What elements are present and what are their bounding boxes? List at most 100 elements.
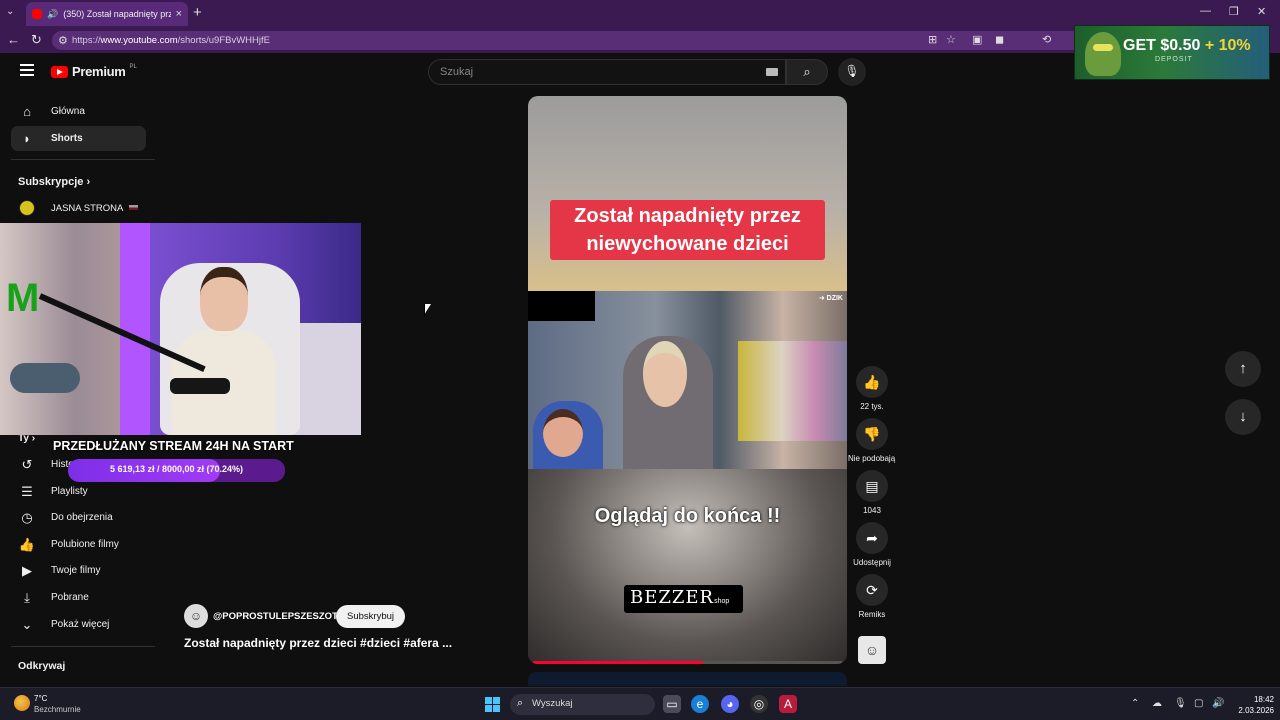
- sidebar-item-playlists[interactable]: ☰ Playlisty: [11, 479, 146, 504]
- install-app-icon[interactable]: ⊞: [928, 33, 937, 46]
- minimize-icon[interactable]: —: [1200, 5, 1211, 17]
- site-info-icon[interactable]: ⚙: [58, 34, 68, 47]
- extension-icon[interactable]: ▣: [972, 33, 982, 46]
- hamburger-menu-icon[interactable]: [20, 64, 34, 79]
- ad-subtext: DEPOSIT: [1155, 56, 1193, 63]
- stream-goal-text: 5 619,13 zł / 8000,00 zł (70.24%): [109, 464, 244, 474]
- display-icon[interactable]: ▢: [1194, 698, 1203, 709]
- browser-tab-strip: ⌄ 🔊 (350) Został napadnięty przez × + — …: [0, 0, 1280, 28]
- app-a-icon[interactable]: A: [779, 695, 797, 713]
- mouse-cursor-icon: [424, 304, 431, 316]
- speaker-icon[interactable]: 🔊: [47, 9, 58, 20]
- next-short-preview[interactable]: [528, 672, 847, 686]
- ad-headline: GET $0.50 + 10%: [1123, 37, 1251, 55]
- arrow-down-icon: ↓: [1239, 408, 1247, 425]
- volume-icon[interactable]: 🔊: [1212, 698, 1224, 709]
- monster-logo-icon: M: [6, 276, 40, 320]
- ad-banner[interactable]: GET $0.50 + 10% DEPOSIT: [1074, 25, 1270, 80]
- keyboard-icon[interactable]: [766, 68, 778, 76]
- previous-short-button[interactable]: ↑: [1225, 351, 1261, 387]
- mic-tray-icon[interactable]: 🎙: [1174, 698, 1187, 709]
- tab-search-icon[interactable]: ⌄: [6, 6, 14, 17]
- new-tab-icon[interactable]: +: [193, 4, 202, 21]
- sidebar-item-show-more[interactable]: ⌄ Pokaż więcej: [11, 612, 146, 637]
- next-short-button[interactable]: ↓: [1225, 399, 1261, 435]
- close-window-icon[interactable]: ✕: [1257, 5, 1266, 18]
- sidebar-divider: [11, 159, 155, 160]
- thumb-down-icon[interactable]: 👎: [856, 418, 888, 450]
- search-button[interactable]: ⌕: [786, 59, 828, 85]
- stream-goal-bar: 5 619,13 zł / 8000,00 zł (70.24%): [68, 459, 285, 482]
- comment-icon[interactable]: ▤: [856, 470, 888, 502]
- weather-condition[interactable]: Bezchmurnie: [34, 705, 81, 714]
- sidebar-item-your-videos[interactable]: ▶ Twoje filmy: [11, 558, 146, 583]
- sidebar-item-shorts[interactable]: ◗ Shorts: [11, 126, 146, 151]
- ad-mascot-icon: [1085, 32, 1121, 76]
- remix-label: Remiks: [858, 610, 886, 619]
- edge-icon[interactable]: e: [691, 695, 709, 713]
- back-icon[interactable]: ←: [7, 32, 20, 47]
- channel-handle[interactable]: @POPROSTULEPSZESZOTY: [213, 611, 344, 622]
- close-tab-icon[interactable]: ×: [176, 8, 182, 20]
- sidebar-item-downloads[interactable]: ⤓ Pobrane: [11, 585, 146, 610]
- video-title[interactable]: Został napadnięty przez dzieci #dzieci #…: [184, 636, 484, 650]
- chevron-up-icon[interactable]: ⌃: [1131, 698, 1139, 709]
- remix-icon[interactable]: ⟳: [856, 574, 888, 606]
- video-progress-bar[interactable]: [533, 661, 842, 664]
- browser-tab-active[interactable]: 🔊 (350) Został napadnięty przez ×: [26, 2, 188, 26]
- sidebar-item-label: Pobrane: [51, 592, 89, 603]
- clock[interactable]: 18:42 2.03.2026: [1232, 694, 1274, 716]
- bookmark-star-icon[interactable]: ☆: [946, 33, 956, 46]
- voice-search-button[interactable]: 🎙: [838, 58, 866, 86]
- led-light: [120, 223, 150, 435]
- share-action[interactable]: ➦ Udostępnij: [848, 522, 896, 567]
- restore-icon[interactable]: ❐: [1229, 5, 1239, 18]
- taskbar-search[interactable]: ⌕ Wyszukaj: [510, 694, 655, 715]
- sidebar-item-label: Główna: [51, 106, 85, 117]
- remix-action[interactable]: ⟳ Remiks: [848, 574, 896, 619]
- webcam-overlay: M: [0, 223, 361, 435]
- subscriptions-heading[interactable]: Subskrypcje ›: [18, 176, 90, 188]
- caption-line-2: niewychowane dzieci: [586, 233, 789, 255]
- sidebar-item-liked[interactable]: 👍 Polubione filmy: [11, 532, 146, 557]
- brand-suffix: shop: [714, 598, 730, 605]
- sidebar-item-label: Twoje filmy: [51, 565, 101, 576]
- dislike-action[interactable]: 👎 Nie podobają mi się: [848, 418, 896, 463]
- video-watermark: ➜ DZIK: [818, 295, 843, 302]
- clock-date: 2.03.2026: [1238, 706, 1274, 715]
- windows-taskbar: 7°C Bezchmurnie ⌕ Wyszukaj ▭ e ◕ ◎ A ⌃ ☁…: [0, 687, 1280, 720]
- subscribe-button[interactable]: Subskrybuj: [336, 605, 405, 628]
- extension-puzzle-icon[interactable]: ⟲: [1042, 33, 1051, 46]
- youtube-premium-logo[interactable]: Premium PL: [51, 64, 137, 79]
- share-icon[interactable]: ➦: [856, 522, 888, 554]
- history-icon: ↺: [21, 456, 33, 472]
- weather-sun-icon[interactable]: [14, 695, 30, 711]
- cloud-icon[interactable]: ☁: [1152, 698, 1162, 709]
- url-path: /shorts/u9FBvWHHjfE: [177, 35, 270, 46]
- mall-shop: [738, 341, 847, 441]
- streamer-head: [200, 267, 248, 331]
- task-view-icon[interactable]: ▭: [663, 695, 681, 713]
- extension-green-icon[interactable]: ◼: [995, 33, 1004, 46]
- channel-avatar[interactable]: ☺: [184, 604, 208, 628]
- brand-logo: BEZZERshop: [624, 585, 743, 613]
- sidebar-item-watch-later[interactable]: ◷ Do obejrzenia: [11, 505, 146, 530]
- sidebar-item-subscription[interactable]: JASNA STRONA: [11, 196, 146, 221]
- sidebar-item-label: Pokaż więcej: [51, 619, 110, 630]
- discord-icon[interactable]: ◕: [721, 695, 739, 713]
- short-video-player[interactable]: Został napadnięty przez niewychowane dzi…: [528, 96, 847, 664]
- sidebar-item-home[interactable]: ⌂ Główna: [11, 99, 146, 124]
- chrome-icon[interactable]: ◎: [750, 695, 768, 713]
- like-action[interactable]: 👍 22 tys.: [848, 366, 896, 411]
- windows-start-icon[interactable]: [485, 697, 500, 712]
- ad-amount: GET $0.50: [1123, 37, 1201, 54]
- video-progress-fill: [533, 661, 703, 664]
- sound-avatar[interactable]: ☺: [858, 636, 886, 664]
- search-icon: ⌕: [517, 697, 524, 709]
- home-icon: ⌂: [23, 104, 31, 119]
- weather-temp[interactable]: 7°C: [34, 694, 47, 703]
- comments-action[interactable]: ▤ 1043: [848, 470, 896, 515]
- search-input[interactable]: Szukaj: [428, 59, 786, 85]
- reload-icon[interactable]: ↻: [31, 32, 42, 48]
- thumb-up-icon[interactable]: 👍: [856, 366, 888, 398]
